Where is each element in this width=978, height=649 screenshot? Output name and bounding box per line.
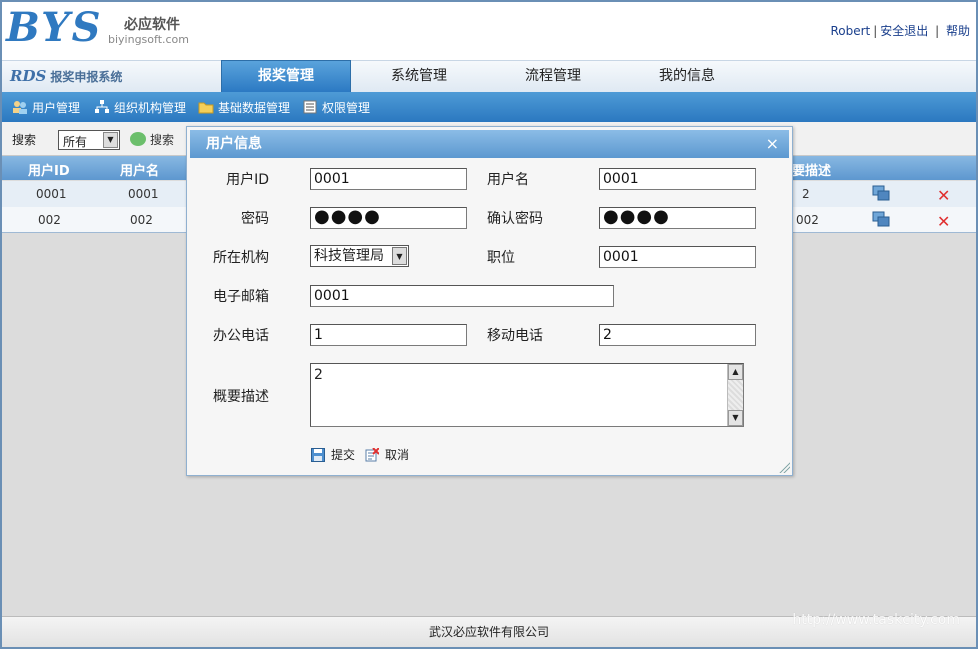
edit-icon[interactable] [872,185,890,201]
user-link[interactable]: Robert [830,24,870,38]
mobile-field[interactable]: 2 [599,324,756,346]
submenu-org-label: 组织机构管理 [114,101,187,115]
cancel-button[interactable]: 取消 [365,446,409,463]
edit-icon[interactable] [872,211,890,227]
submenu-permissions-label: 权限管理 [322,101,371,115]
position-label: 职位 [487,250,515,266]
chevron-down-icon: ▼ [392,247,407,265]
cell-description: 2 [802,187,810,201]
watermark: http://www.taskcity.com [792,612,960,628]
search-label: 搜索 [12,133,37,147]
submit-label: 提交 [331,448,356,462]
tab-award-management[interactable]: 报奖管理 [221,60,351,93]
delete-icon[interactable]: ✕ [937,213,950,231]
cell-username: 002 [130,213,153,227]
dialog-title-bar: 用户信息 × [190,130,789,158]
close-icon[interactable]: × [766,130,779,158]
submenu-users-label: 用户管理 [32,101,81,115]
cell-description: 002 [796,213,819,227]
summary-value: 2 [314,367,323,383]
logo-url: biyingsoft.com [108,33,190,46]
search-scope-select[interactable]: 所有 ▼ [58,130,120,150]
col-user-id: 用户ID [28,164,70,179]
email-label: 电子邮箱 [213,289,269,305]
user-info-dialog: 用户信息 × 用户ID 0001 用户名 0001 密码 ●●●● 确认密码 ●… [186,126,793,476]
submit-button[interactable]: 提交 [311,446,355,463]
tab-my-info[interactable]: 我的信息 [622,61,752,93]
chevron-down-icon: ▼ [103,132,118,148]
cancel-icon [365,448,379,462]
scroll-down-icon[interactable]: ▼ [728,410,743,426]
org-label: 所在机构 [213,250,269,266]
position-field[interactable]: 0001 [599,246,756,268]
logout-link[interactable]: 安全退出 [880,24,928,38]
submenu-basic-data-label: 基础数据管理 [218,101,291,115]
summary-label: 概要描述 [213,389,269,405]
delete-icon[interactable]: ✕ [937,187,950,205]
office-phone-field[interactable]: 1 [310,324,467,346]
resize-handle[interactable] [778,461,790,473]
cell-user-id: 002 [38,213,61,227]
org-select[interactable]: 科技管理局 ▼ [310,245,409,267]
username-field[interactable]: 0001 [599,168,756,190]
search-scope-value: 所有 [63,135,88,149]
password-field[interactable]: ●●●● [310,207,467,229]
cell-username: 0001 [128,187,159,201]
col-username: 用户名 [120,164,160,179]
col-description: 要描述 [792,164,832,179]
scrollbar[interactable]: ▲ ▼ [727,364,743,426]
username-label: 用户名 [487,172,529,188]
list-icon [303,100,317,114]
submenu-permissions[interactable]: 权限管理 [302,99,370,116]
cell-user-id: 0001 [36,187,67,201]
help-link[interactable]: 帮助 [946,24,970,38]
org-tree-icon [95,100,109,113]
logo: BYS [6,4,103,51]
mobile-label: 移动电话 [487,328,543,344]
confirm-password-label: 确认密码 [487,211,543,227]
org-select-value: 科技管理局 [314,248,384,264]
tab-workflow-management[interactable]: 流程管理 [488,61,618,93]
user-id-label: 用户ID [226,172,269,188]
confirm-password-field[interactable]: ●●●● [599,207,756,229]
system-prefix: RDS [10,67,47,85]
cancel-label: 取消 [385,448,410,462]
logo-cn: 必应软件 [124,17,180,33]
scroll-up-icon[interactable]: ▲ [728,364,743,380]
system-title: RDS 报奖申报系统 [10,67,122,85]
search-icon [130,132,146,146]
user-id-field[interactable]: 0001 [310,168,467,190]
sub-menu: 用户管理 组织机构管理 基础数据管理 权限管理 [2,92,976,122]
submenu-basic-data[interactable]: 基础数据管理 [198,99,290,116]
folder-icon [198,102,214,114]
submenu-org[interactable]: 组织机构管理 [94,99,186,116]
users-icon [13,101,27,114]
save-icon [311,448,325,462]
submenu-users[interactable]: 用户管理 [12,99,80,116]
email-field[interactable]: 0001 [310,285,614,307]
office-phone-label: 办公电话 [213,328,269,344]
top-links: Robert | 安全退出 | 帮助 [830,24,970,38]
summary-textarea[interactable]: 2 ▲ ▼ [310,363,744,427]
header: BYS 必应软件 biyingsoft.com Robert | 安全退出 | 帮助 [2,2,976,60]
tab-system-management[interactable]: 系统管理 [354,61,484,93]
system-name: 报奖申报系统 [50,70,123,84]
dialog-title: 用户信息 [206,136,262,152]
search-button-label: 搜索 [150,133,175,147]
search-button[interactable]: 搜索 [130,131,174,148]
main-nav: RDS 报奖申报系统 报奖管理 系统管理 流程管理 我的信息 [2,60,976,93]
password-label: 密码 [241,211,269,227]
